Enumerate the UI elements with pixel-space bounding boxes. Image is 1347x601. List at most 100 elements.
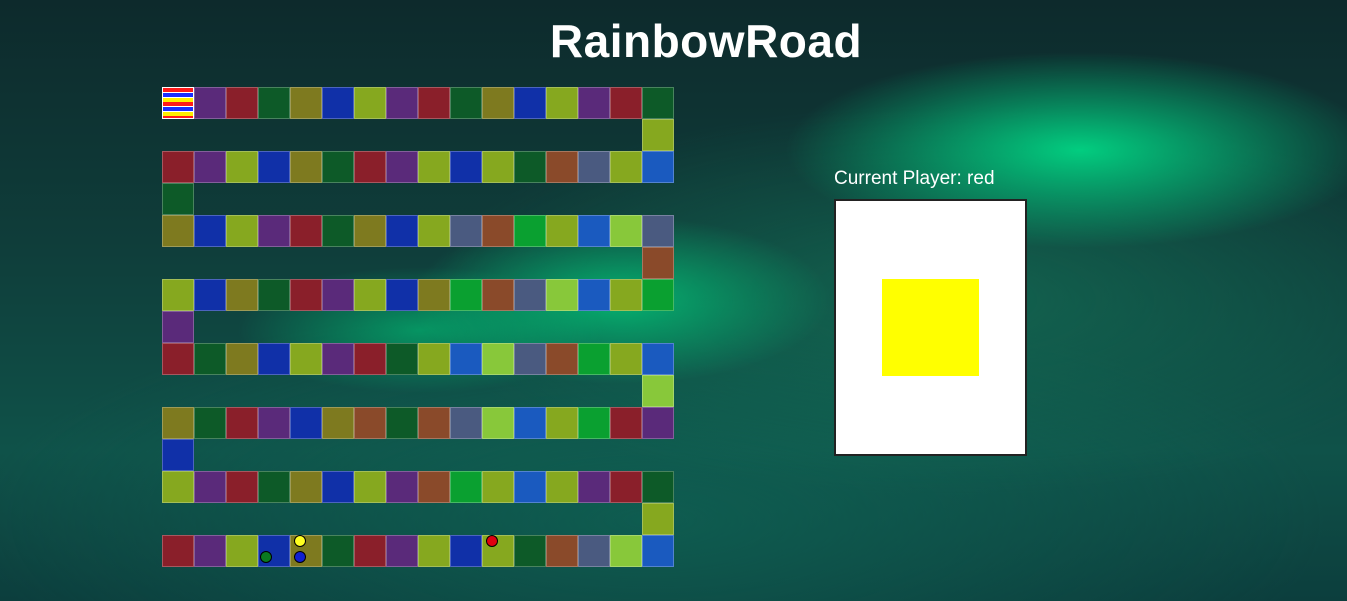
board-tile [226, 87, 258, 119]
player-token-blue [294, 551, 306, 563]
board-tile [514, 535, 546, 567]
board-tile [482, 471, 514, 503]
board-tile [322, 535, 354, 567]
board-tile [482, 151, 514, 183]
board-tile [578, 471, 610, 503]
board-tile [610, 407, 642, 439]
game-board [0, 0, 700, 601]
board-tile [226, 279, 258, 311]
board-tile [226, 535, 258, 567]
board-tile [418, 151, 450, 183]
board-tile [386, 151, 418, 183]
board-tile [162, 343, 194, 375]
player-token-green [260, 551, 272, 563]
board-tile [322, 151, 354, 183]
board-tile [642, 535, 674, 567]
board-tile [450, 535, 482, 567]
board-tile [194, 279, 226, 311]
board-tile [642, 471, 674, 503]
board-tile [610, 343, 642, 375]
board-tile [418, 535, 450, 567]
board-tile [290, 279, 322, 311]
board-tile [322, 87, 354, 119]
board-tile [290, 151, 322, 183]
board-connector-tile [642, 503, 674, 535]
board-tile [354, 535, 386, 567]
board-tile [514, 471, 546, 503]
board-tile [354, 87, 386, 119]
board-tile [418, 87, 450, 119]
board-tile [386, 279, 418, 311]
board-tile [322, 215, 354, 247]
board-tile [546, 407, 578, 439]
board-tile [642, 87, 674, 119]
board-tile [194, 215, 226, 247]
board-tile [194, 87, 226, 119]
board-tile [322, 471, 354, 503]
board-tile [610, 151, 642, 183]
board-tile [578, 279, 610, 311]
board-tile [386, 87, 418, 119]
board-tile [514, 151, 546, 183]
board-tile [354, 407, 386, 439]
board-tile [322, 407, 354, 439]
board-tile [642, 215, 674, 247]
board-tile [546, 151, 578, 183]
board-tile [610, 471, 642, 503]
board-tile [482, 87, 514, 119]
board-tile [194, 407, 226, 439]
board-tile [482, 279, 514, 311]
board-tile [514, 343, 546, 375]
board-connector-tile [162, 439, 194, 471]
board-tile [226, 407, 258, 439]
board-tile [290, 407, 322, 439]
board-tile [450, 87, 482, 119]
board-tile [450, 215, 482, 247]
board-tile [290, 471, 322, 503]
board-tile [546, 279, 578, 311]
board-tile [418, 279, 450, 311]
board-tile [386, 471, 418, 503]
board-tile [546, 343, 578, 375]
board-tile [546, 471, 578, 503]
board-tile [642, 279, 674, 311]
board-tile [226, 151, 258, 183]
board-tile [450, 343, 482, 375]
board-tile [578, 215, 610, 247]
board-tile [290, 343, 322, 375]
board-tile [578, 407, 610, 439]
board-tile [258, 87, 290, 119]
board-connector-tile [642, 247, 674, 279]
board-tile [450, 407, 482, 439]
board-tile [418, 471, 450, 503]
board-tile [546, 535, 578, 567]
board-tile [610, 535, 642, 567]
board-tile [322, 279, 354, 311]
board-tile [354, 471, 386, 503]
board-tile [162, 279, 194, 311]
board-tile [418, 215, 450, 247]
board-tile [482, 343, 514, 375]
board-tile [258, 471, 290, 503]
board-tile [386, 535, 418, 567]
board-tile [514, 407, 546, 439]
board-tile [162, 407, 194, 439]
board-tile [226, 343, 258, 375]
board-tile [610, 215, 642, 247]
board-tile [578, 151, 610, 183]
draw-card[interactable] [834, 199, 1027, 456]
board-tile [514, 279, 546, 311]
start-tile [162, 87, 194, 119]
board-tile [258, 343, 290, 375]
board-tile [514, 215, 546, 247]
board-tile [450, 151, 482, 183]
player-token-yellow [294, 535, 306, 547]
player-token-red [486, 535, 498, 547]
board-tile [354, 279, 386, 311]
board-tile [194, 343, 226, 375]
board-connector-tile [642, 119, 674, 151]
board-tile [610, 87, 642, 119]
board-tile [386, 215, 418, 247]
board-tile [450, 279, 482, 311]
board-tile [546, 215, 578, 247]
